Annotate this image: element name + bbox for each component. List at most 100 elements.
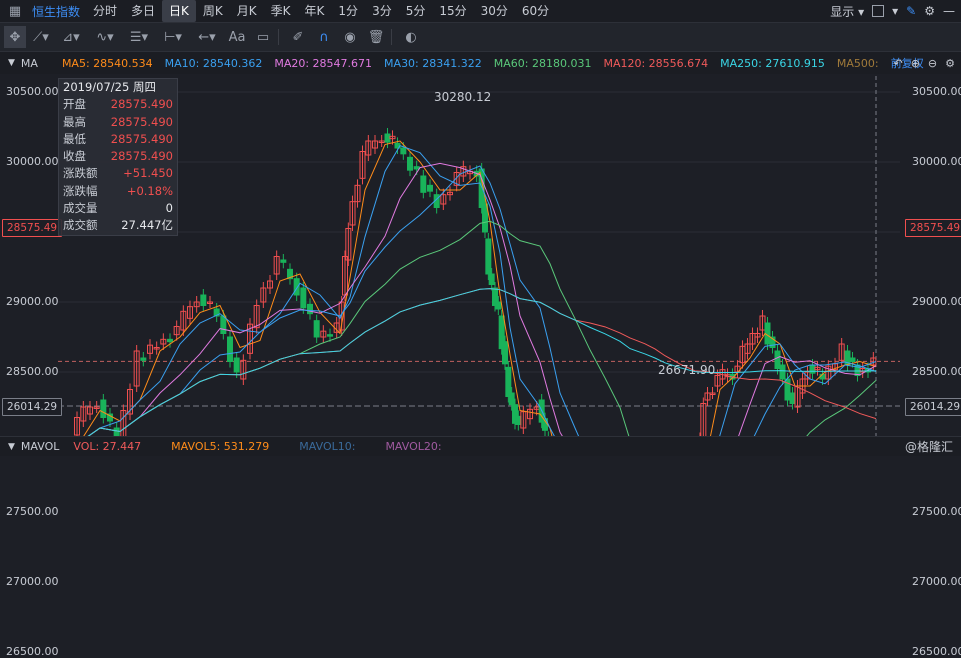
info-row: 最低 28575.490 bbox=[63, 131, 173, 146]
candle-body bbox=[515, 415, 522, 426]
info-row: 成交量 0 bbox=[63, 201, 173, 216]
wave-tool-icon[interactable]: ∿▾ bbox=[90, 26, 120, 48]
tab-multiday[interactable]: 多日 bbox=[124, 0, 162, 22]
chevron-down-icon[interactable]: ▾ bbox=[892, 4, 898, 18]
channel-tool-icon[interactable]: ⊿▾ bbox=[56, 26, 86, 48]
comment-tool-icon[interactable]: ▭ bbox=[252, 26, 274, 48]
tab-daily-k[interactable]: 日K bbox=[162, 0, 196, 22]
price-tick-label: 27500.00 bbox=[912, 505, 961, 518]
ma-line-5 bbox=[87, 288, 877, 436]
ohlc-info-box: 2019/07/25 周四 开盘 28575.490 最高 28575.490 最低 28… bbox=[58, 78, 178, 236]
candle-body bbox=[779, 364, 786, 380]
price-tick-label: 28500.00 bbox=[912, 365, 961, 378]
info-row: 涨跌幅 +0.18% bbox=[63, 183, 173, 198]
collapse-icon[interactable]: ▼ bbox=[8, 442, 15, 452]
price-tick-label: 29000.00 bbox=[912, 295, 961, 308]
grid-icon[interactable]: ▦ bbox=[4, 0, 26, 22]
candle-body bbox=[849, 357, 856, 362]
candle-body bbox=[420, 175, 427, 193]
low-line-tag-left: 26014.29 bbox=[2, 398, 63, 416]
candle-body bbox=[140, 357, 147, 361]
collapse-icon[interactable]: ▼ bbox=[8, 58, 15, 68]
text-tool-icon[interactable]: Aa bbox=[226, 26, 248, 48]
candle-body bbox=[427, 184, 433, 192]
divider bbox=[278, 29, 279, 45]
price-tick-label: 29000.00 bbox=[6, 295, 59, 308]
minimize-icon[interactable]: — bbox=[943, 4, 955, 18]
candle-body bbox=[327, 334, 333, 337]
price-tick-label: 27000.00 bbox=[6, 575, 59, 588]
vol-value-1: MAVOL5: 531.279 bbox=[171, 440, 270, 453]
divider bbox=[391, 29, 392, 45]
pen-icon[interactable]: ✎ bbox=[906, 4, 916, 18]
tab-1min[interactable]: 1分 bbox=[331, 0, 365, 22]
tab-weekly-k[interactable]: 周K bbox=[196, 0, 230, 22]
ma-line-4 bbox=[87, 220, 877, 436]
line-tool-icon[interactable]: ⟋▾ bbox=[30, 26, 52, 48]
candle-body bbox=[293, 278, 300, 296]
candle-body bbox=[809, 364, 816, 374]
ma-value-3: MA30: 28341.322 bbox=[384, 56, 482, 70]
info-row: 开盘 28575.490 bbox=[63, 97, 173, 112]
tab-15min[interactable]: 15分 bbox=[432, 0, 473, 22]
arrow-tool-icon[interactable]: ←▾ bbox=[192, 26, 222, 48]
ma-label[interactable]: MA bbox=[21, 57, 38, 70]
ma-value-7: MA500: bbox=[836, 56, 879, 70]
tab-5min[interactable]: 5分 bbox=[399, 0, 433, 22]
tab-3min[interactable]: 3分 bbox=[365, 0, 399, 22]
display-dropdown[interactable]: 显示 ▾ bbox=[830, 3, 864, 20]
candle-body bbox=[100, 399, 107, 418]
candle-body bbox=[167, 338, 173, 343]
eraser-icon[interactable]: ✐ bbox=[287, 26, 309, 48]
vol-value-3: MAVOL20: bbox=[385, 440, 442, 453]
low-annotation: 26671.90 bbox=[658, 363, 716, 377]
toggle-icon[interactable]: ◐ bbox=[400, 26, 422, 48]
candle-body bbox=[233, 357, 240, 373]
crosshair-icon[interactable]: ✥ bbox=[4, 26, 26, 48]
vol-value-2: MAVOL10: bbox=[299, 440, 356, 453]
info-date: 2019/07/25 周四 bbox=[63, 80, 156, 94]
trash-icon[interactable]: 🗑 bbox=[365, 26, 387, 48]
tab-yearly-k[interactable]: 年K bbox=[298, 0, 332, 22]
zoom-out-icon[interactable]: ⊖ bbox=[928, 57, 937, 70]
measure-tool-icon[interactable]: ⊢▾ bbox=[158, 26, 188, 48]
price-tick-label: 28500.00 bbox=[6, 365, 59, 378]
fibonacci-tool-icon[interactable]: ☰▾ bbox=[124, 26, 154, 48]
eye-icon[interactable]: ◉ bbox=[339, 26, 361, 48]
candle-body bbox=[502, 341, 508, 365]
candle-body bbox=[485, 238, 492, 275]
candle-body bbox=[313, 320, 320, 338]
candle-body bbox=[413, 166, 420, 170]
timeframe-bar: ▦ 恒生指数 分时 多日 日K 周K 月K 季K 年K 1分 3分 5分 15分… bbox=[0, 0, 961, 23]
settings-icon[interactable]: ⚙ bbox=[924, 4, 935, 18]
candle-body bbox=[505, 366, 512, 398]
candle-body bbox=[300, 287, 307, 309]
tab-monthly-k[interactable]: 月K bbox=[230, 0, 264, 22]
candle-body bbox=[508, 392, 515, 406]
candle-body bbox=[280, 259, 287, 263]
zoom-in-icon[interactable]: ⊕ bbox=[911, 57, 920, 70]
candle-body bbox=[774, 350, 781, 369]
candle-body bbox=[200, 294, 207, 306]
ma-line-2 bbox=[87, 162, 877, 436]
tab-30min[interactable]: 30分 bbox=[474, 0, 515, 22]
candle-body bbox=[113, 427, 120, 436]
info-row: 涨跌额 +51.450 bbox=[63, 166, 173, 181]
checkbox-icon[interactable] bbox=[872, 5, 885, 17]
tab-intraday[interactable]: 分时 bbox=[86, 0, 124, 22]
price-tick-label: 26500.00 bbox=[912, 645, 961, 658]
magnet-icon[interactable]: ∩ bbox=[313, 26, 335, 48]
tab-60min[interactable]: 60分 bbox=[515, 0, 556, 22]
ma-value-6: MA250: 27610.915 bbox=[720, 56, 825, 70]
ma-value-1: MA10: 28540.362 bbox=[164, 56, 263, 70]
candle-body bbox=[220, 315, 227, 334]
mavol-label[interactable]: MAVOL bbox=[21, 440, 59, 453]
price-tick-label: 27000.00 bbox=[912, 575, 961, 588]
volume-indicator-bar: ▼ MAVOL VOL: 27.447 MAVOL5: 531.279 MAVOL1… bbox=[0, 436, 961, 456]
tab-quarterly-k[interactable]: 季K bbox=[264, 0, 298, 22]
high-annotation: 30280.12 bbox=[434, 90, 492, 104]
index-name[interactable]: 恒生指数 bbox=[26, 3, 86, 20]
candle-body bbox=[488, 273, 495, 285]
settings-icon[interactable]: ⚙ bbox=[945, 57, 955, 70]
undo-icon[interactable]: ↶ bbox=[893, 57, 902, 70]
